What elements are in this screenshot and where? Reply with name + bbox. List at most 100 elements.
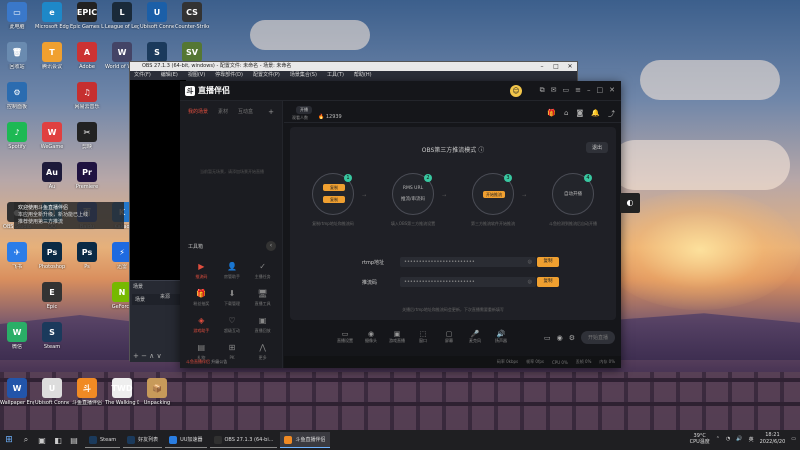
toolbox-item[interactable]: 🖥 直播工具 [247, 288, 278, 307]
copy-key-button[interactable]: 复制 [537, 277, 559, 287]
desktop-icon[interactable]: Au Au [35, 162, 69, 190]
toolbox-item[interactable]: ▶ 推流码 [186, 261, 217, 280]
obs-titlebar[interactable]: OBS 27.1.3 (64-bit, windows) - 配置文件: 未命名… [130, 62, 577, 71]
zb-titlebar[interactable]: 斗 直播伴侣 ☺ ⧉ ✉ ▭ ≡ – □ ✕ [180, 81, 621, 101]
network-icon[interactable]: ◔ [726, 436, 730, 442]
toolbox-item[interactable]: ♡ 超级互动 [217, 315, 248, 334]
obs-menu-item[interactable]: 工具(T) [327, 71, 344, 80]
toolbox-item[interactable]: 👤 房管助手 [217, 261, 248, 280]
avatar[interactable]: ☺ [510, 85, 522, 97]
notification-icon[interactable]: ▭ [791, 436, 796, 442]
desktop-icon[interactable]: W WeGame [35, 122, 69, 150]
toolbox-item[interactable]: 🎁 粉丝抽奖 [186, 288, 217, 307]
settings-icon[interactable]: ⚙ [569, 334, 575, 342]
obs-menu-item[interactable]: 场景集合(S) [290, 71, 317, 80]
mail-icon[interactable]: ✉ [551, 86, 557, 95]
add-tab-button[interactable]: + [268, 108, 274, 116]
desktop-icon[interactable]: E Epic [35, 282, 69, 310]
search-icon[interactable]: ⌕ [18, 435, 34, 445]
chat-icon[interactable]: ◙ [576, 109, 583, 119]
live-companion-window[interactable]: 斗 直播伴侣 ☺ ⧉ ✉ ▭ ≡ – □ ✕ 我的场景 素材 互动盒 + 当前暂无场景… [180, 81, 621, 368]
windows-start-icon[interactable]: ⊞ [0, 435, 18, 445]
close-icon[interactable]: ✕ [609, 86, 615, 95]
source-tool[interactable]: 🔊 扬声器 [492, 330, 510, 344]
tv-icon[interactable]: ▭ [563, 86, 570, 95]
obs-menu-item[interactable]: 停靠部件(D) [215, 71, 243, 80]
toolbox-item[interactable]: ⬇ 下载管理 [217, 288, 248, 307]
shop-icon[interactable]: ⌂ [564, 109, 568, 119]
weather[interactable]: 39°C CPU温度 [690, 433, 710, 445]
stream-key-field[interactable]: •••••••••••••••••••••••• ◎ [400, 277, 536, 287]
volume-icon[interactable]: 🔊 [736, 436, 742, 442]
desktop-icon[interactable]: e Microsoft Edge [35, 2, 69, 30]
clock[interactable]: 18:21 2022/6/20 [760, 432, 786, 446]
source-tool[interactable]: ⬚ 窗口 [414, 330, 432, 344]
toolbox-item[interactable]: ◈ 游戏助手 [186, 315, 217, 334]
sidebar-tab[interactable]: 互动盒 [238, 108, 253, 116]
desktop-icon[interactable]: ▭ 此电脑 [0, 2, 34, 30]
minimize-icon[interactable]: – [587, 86, 591, 95]
desktop-icon[interactable]: CS Counter-Strike [175, 2, 209, 30]
desktop-icon[interactable]: U Ubisoft Connect [35, 378, 69, 406]
start-live-button[interactable]: 开始直播 [580, 331, 615, 344]
bell-icon[interactable]: 🔔 [591, 109, 600, 119]
desktop-icon[interactable]: ♫ 网易云音乐 [70, 82, 104, 110]
toolbox-toggle-icon[interactable]: ‹ [266, 241, 276, 251]
help-icon[interactable]: ⓘ [478, 147, 484, 154]
source-tool[interactable]: ▣ 游戏直播 [388, 330, 406, 344]
exit-button[interactable]: 退出 [585, 142, 608, 153]
desktop-icon[interactable]: Ps Photoshop [35, 242, 69, 270]
floating-widget-icon[interactable]: ◐ [620, 193, 640, 213]
desktop-icon[interactable]: 📦 Unpacking [140, 378, 174, 406]
obs-menu-item[interactable]: 文件(F) [134, 71, 151, 80]
desktop-icon[interactable]: W Wallpaper Engine [0, 378, 34, 406]
eye-icon[interactable]: ◉ [557, 334, 563, 342]
toolbox-item[interactable]: ✓ 主播任务 [247, 261, 278, 280]
scene-toolbar[interactable]: + − ∧ ∨ [133, 352, 162, 360]
desktop-icon[interactable]: U Ubisoft Connect [140, 2, 174, 30]
desktop-icon[interactable]: A Adobe [70, 42, 104, 70]
gift-icon[interactable]: 🎁 [547, 109, 556, 119]
desktop-icon[interactable]: EPIC Epic Games Launcher [70, 2, 104, 30]
desktop-icon[interactable]: 斗斗鱼直播伴侣 [70, 378, 104, 406]
desktop-icon[interactable]: TWD The Walking Dead The [105, 378, 139, 406]
menu-icon[interactable]: ≡ [575, 86, 581, 95]
maximize-icon[interactable]: □ [549, 62, 563, 71]
obs-menu-item[interactable]: 配置文件(P) [253, 71, 280, 80]
sidebar-tab[interactable]: 素材 [218, 108, 228, 116]
desktop-icon[interactable]: Ps Ps [70, 242, 104, 270]
eye-icon[interactable]: ◎ [528, 277, 532, 287]
taskbar-app[interactable]: Steam [85, 432, 121, 448]
obs-menu-item[interactable]: 视图(V) [188, 71, 205, 80]
taskbar-app[interactable]: 好友列表 [123, 432, 163, 448]
eye-icon[interactable]: ◎ [528, 257, 532, 267]
source-tool[interactable]: 🎤 麦克风 [466, 330, 484, 344]
close-icon[interactable]: ✕ [563, 62, 577, 71]
desktop-icon[interactable]: S Steam [35, 322, 69, 350]
task-view-icon[interactable]: ▣ [34, 436, 50, 445]
notice-bar[interactable]: 斗鱼直播伴侣 升级公告 [180, 356, 283, 368]
desktop-icon[interactable]: T 腾讯会议 [35, 42, 69, 70]
obs-menu-item[interactable]: 编辑(E) [161, 71, 178, 80]
scene-item[interactable]: 场景 [132, 294, 184, 305]
taskbar-app[interactable]: 斗鱼直播伴侣 [280, 432, 330, 448]
sidebar-tab[interactable]: 我的场景 [188, 108, 208, 116]
chat-icon[interactable]: ◧ [50, 436, 66, 445]
desktop-icon[interactable]: Pr Premiere [70, 162, 104, 190]
store-icon[interactable]: ▤ [66, 436, 82, 445]
toolbox-item[interactable]: ▣ 直播回放 [247, 315, 278, 334]
taskbar-app[interactable]: OBS 27.1.3 (64-bi... [209, 432, 278, 448]
screen-icon[interactable]: ⧉ [540, 86, 545, 95]
desktop-icon[interactable]: ♪ Spotify [0, 122, 34, 150]
input-language[interactable]: 英 [749, 436, 754, 443]
camera-icon[interactable]: ▭ [544, 334, 551, 342]
source-tool[interactable]: ◉ 摄像头 [362, 330, 380, 344]
desktop-icon[interactable]: 🗑 回收站 [0, 42, 34, 70]
copy-rtmp-button[interactable]: 复制 [537, 257, 559, 267]
source-tool[interactable]: ▢ 屏幕 [440, 330, 458, 344]
taskbar-app[interactable]: UU加速器 [165, 432, 207, 448]
source-tool[interactable]: ▭ 直播设置 [336, 330, 354, 344]
desktop-icon[interactable]: ✈ 飞书 [0, 242, 34, 270]
obs-menu-item[interactable]: 帮助(H) [354, 71, 372, 80]
live-pill[interactable]: 开播 [296, 106, 312, 114]
